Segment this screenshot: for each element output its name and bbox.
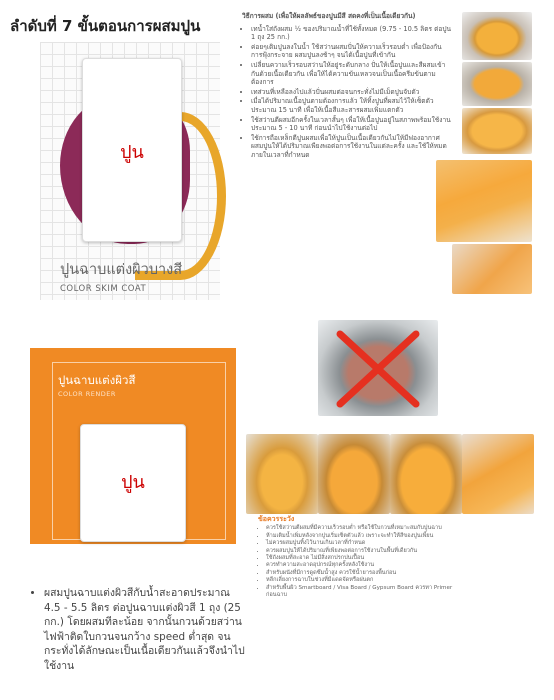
list-item: ควรใช้สว่านตีผสมที่มีความเร็วรอบต่ำ หรือ… xyxy=(266,525,458,532)
photo-mixing-bowl-2 xyxy=(462,62,532,106)
color-render-panel: ปูนฉาบแต่งผิวสี COLOR RENDER ปูน xyxy=(30,348,236,544)
skim-coat-sack: ปูน xyxy=(82,58,182,242)
skim-coat-panel: ปูน ปูนฉาบแต่งผิวบางสี COLOR SKIM COAT xyxy=(40,42,226,300)
list-item: เทส่วนที่เหลือลงไปแล้วปั่นผสมต่อจนกระทั่… xyxy=(251,88,452,97)
photo-plastering xyxy=(452,244,532,294)
color-render-name-en: COLOR RENDER xyxy=(58,390,116,398)
color-render-sack-label: ปูน xyxy=(121,472,145,493)
list-item: ผสมปูนฉาบแต่งผิวสีกับน้ำสะอาดประมาณ 4.5 … xyxy=(44,586,248,674)
color-render-name-th: ปูนฉาบแต่งผิวสี xyxy=(58,373,136,387)
photo-final-mix xyxy=(462,434,534,514)
skim-coat-name-en: COLOR SKIM COAT xyxy=(60,284,147,294)
cross-icon xyxy=(336,330,420,408)
list-item: เทน้ำใส่ถังผสม ½ ของปริมาณน้ำที่ใช้ทั้งห… xyxy=(251,25,452,42)
photo-drill-mix xyxy=(390,434,462,514)
mixing-steps: วิธีการผสม (เพื่อให้ผลลัพธ์ของปูนมีสี สด… xyxy=(242,12,452,161)
photo-add-powder xyxy=(318,434,390,514)
photo-pour-water xyxy=(246,434,318,514)
list-item: ไม่ควรผสมปูนทิ้งไว้นานเกินเวลาที่กำหนด xyxy=(266,540,458,547)
caution-list: ควรใช้สว่านตีผสมที่มีความเร็วรอบต่ำ หรือ… xyxy=(258,525,458,599)
caution-title: ข้อควรระวัง xyxy=(258,515,295,523)
color-render-instructions: ผสมปูนฉาบแต่งผิวสีกับน้ำสะอาดประมาณ 4.5 … xyxy=(34,586,248,674)
list-item: ควรทำความสะอาดอุปกรณ์ทุกครั้งหลังใช้งาน xyxy=(266,562,458,569)
list-item: ใช้การถือเหล็กตีปูนผสมเพื่อให้ปูนเป็นเนื… xyxy=(251,134,452,160)
mixing-steps-heading: วิธีการผสม (เพื่อให้ผลลัพธ์ของปูนมีสี สด… xyxy=(242,12,416,20)
photo-trowel-mix xyxy=(436,160,532,242)
mixing-steps-list: เทน้ำใส่ถังผสม ½ ของปริมาณน้ำที่ใช้ทั้งห… xyxy=(242,25,452,160)
page-title: ลำดับที่ 7 ขั้นตอนการผสมปูน xyxy=(10,17,201,35)
skim-coat-sack-label: ปูน xyxy=(120,142,144,163)
list-item: ใช้สว่านตีผสมอีกครั้งในเวลาสั้นๆ เพื่อให… xyxy=(251,116,452,133)
color-render-sack: ปูน xyxy=(80,424,186,542)
list-item: หลีกเลี่ยงการฉาบในช่วงที่มีแดดจัดหรือฝนต… xyxy=(266,577,458,584)
list-item: สำหรับพื้นผิว Smartboard / Visa Board / … xyxy=(266,585,458,600)
list-item: ค่อยๆเติมปูนลงในน้ำ ใช้สว่านผสมปั่นให้คว… xyxy=(251,43,452,60)
photo-wrong-mixing xyxy=(318,320,438,416)
list-item: เปลี่ยนความเร็วรอบสว่านให้อยู่ระดับกลาง … xyxy=(251,61,452,87)
skim-coat-name-th: ปูนฉาบแต่งผิวบางสี xyxy=(60,262,183,278)
list-item: ควรผสมปูนให้ได้ปริมาณที่เพียงพอต่อการใช้… xyxy=(266,548,458,555)
photo-mixing-bowl-1 xyxy=(462,12,532,60)
photo-mixing-bowl-3 xyxy=(462,108,532,154)
caution-notes: ข้อควรระวัง ควรใช้สว่านตีผสมที่มีความเร็… xyxy=(258,515,458,599)
list-item: เมื่อได้ปริมาณเนื้อปูนตามต้องการแล้ว ให้… xyxy=(251,97,452,114)
